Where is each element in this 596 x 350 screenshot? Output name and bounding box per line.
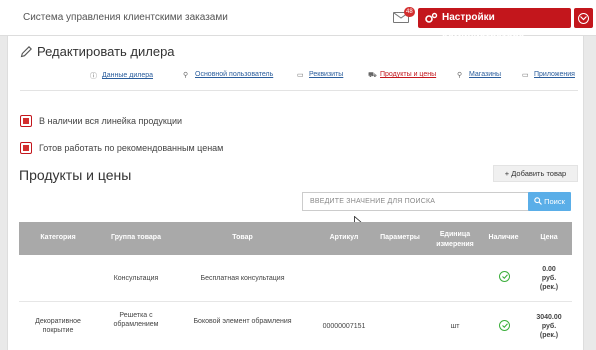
col-product[interactable]: Товар bbox=[175, 233, 310, 243]
full-line-checkbox[interactable] bbox=[20, 115, 32, 127]
col-availability[interactable]: Наличие bbox=[481, 233, 526, 243]
col-params[interactable]: Параметры bbox=[371, 233, 429, 243]
search-icon bbox=[534, 197, 543, 205]
admin-settings-button[interactable]: Настройки администратора bbox=[418, 8, 571, 43]
cell-unit: шт bbox=[450, 323, 460, 330]
col-group[interactable]: Группа товара bbox=[97, 233, 175, 243]
search-button[interactable]: Поиск bbox=[528, 192, 571, 211]
cell-group: Решетка с обрамлением bbox=[113, 312, 159, 328]
recommended-prices-checkbox[interactable] bbox=[20, 142, 32, 154]
recommended-prices-label: Готов работать по рекомендованным ценам bbox=[39, 143, 224, 153]
pin-icon: ⚲ bbox=[457, 72, 463, 79]
mail-icon[interactable]: 48 bbox=[393, 7, 415, 23]
cart-icon: ⛟ bbox=[368, 72, 377, 79]
dealer-tabs: ⓘ Данные дилера ⚲ Основной пользователь ▭ Р… bbox=[90, 71, 580, 83]
cell-group: Консультация bbox=[113, 275, 159, 282]
app-title: Система управления клиентскими заказами bbox=[23, 12, 228, 23]
cell-price: 3040.00 руб. (рек.) bbox=[536, 314, 562, 339]
tab-stores[interactable]: ⚲ Магазины bbox=[457, 71, 501, 79]
pencil-icon bbox=[20, 46, 32, 58]
tab-applications[interactable]: ▭ Приложения bbox=[522, 71, 575, 79]
cell-article: 00000007151 bbox=[322, 323, 366, 330]
cell-product: Боковой элемент обрамления bbox=[193, 318, 292, 325]
mail-badge: 48 bbox=[404, 7, 415, 17]
cell-category: Декоративное покрытие bbox=[35, 318, 81, 334]
check-circle-icon bbox=[499, 320, 510, 331]
cell-product: Бесплатная консультация bbox=[200, 275, 285, 282]
products-section-title: Продукты и цены bbox=[19, 167, 132, 183]
products-table-header: Категория Группа товара Товар Артикул Па… bbox=[19, 222, 572, 255]
page-title: Редактировать дилера bbox=[20, 44, 175, 59]
table-row[interactable]: Консультация Бесплатная консультация 0.0… bbox=[19, 255, 572, 301]
card-icon: ▭ bbox=[297, 72, 304, 79]
cell-price: 0.00 руб. (рек.) bbox=[539, 266, 559, 291]
tab-requisites[interactable]: ▭ Реквизиты bbox=[297, 71, 343, 79]
tabs-divider bbox=[20, 90, 578, 91]
info-icon: ⓘ bbox=[90, 73, 97, 80]
tab-main-user[interactable]: ⚲ Основной пользователь bbox=[183, 71, 273, 79]
col-price[interactable]: Цена bbox=[526, 233, 572, 243]
table-row[interactable]: Декоративное покрытие Решетка с обрамлен… bbox=[19, 301, 572, 350]
page-title-text: Редактировать дилера bbox=[37, 44, 175, 59]
monitor-icon: ▭ bbox=[522, 72, 529, 79]
check-circle-icon bbox=[499, 271, 510, 282]
top-bar: Система управления клиентскими заказами … bbox=[0, 0, 596, 43]
dealer-edit-card: Редактировать дилера ⓘ Данные дилера ⚲ Осн… bbox=[7, 36, 584, 350]
tab-dealer-data[interactable]: ⓘ Данные дилера bbox=[90, 71, 153, 80]
col-article[interactable]: Артикул bbox=[319, 233, 369, 243]
admin-menu-toggle[interactable] bbox=[574, 8, 593, 28]
col-category[interactable]: Категория bbox=[19, 233, 97, 243]
search-input[interactable]: ВВЕДИТЕ ЗНАЧЕНИЕ ДЛЯ ПОИСКА bbox=[302, 192, 535, 211]
col-unit[interactable]: Единица измерения bbox=[429, 230, 481, 250]
full-line-label: В наличии вся линейка продукции bbox=[39, 116, 183, 126]
user-icon: ⚲ bbox=[183, 72, 189, 79]
add-product-button[interactable]: + Добавить товар bbox=[493, 165, 578, 182]
gears-icon bbox=[425, 12, 438, 23]
tab-products-prices[interactable]: ⛟ Продукты и цены bbox=[368, 71, 436, 79]
